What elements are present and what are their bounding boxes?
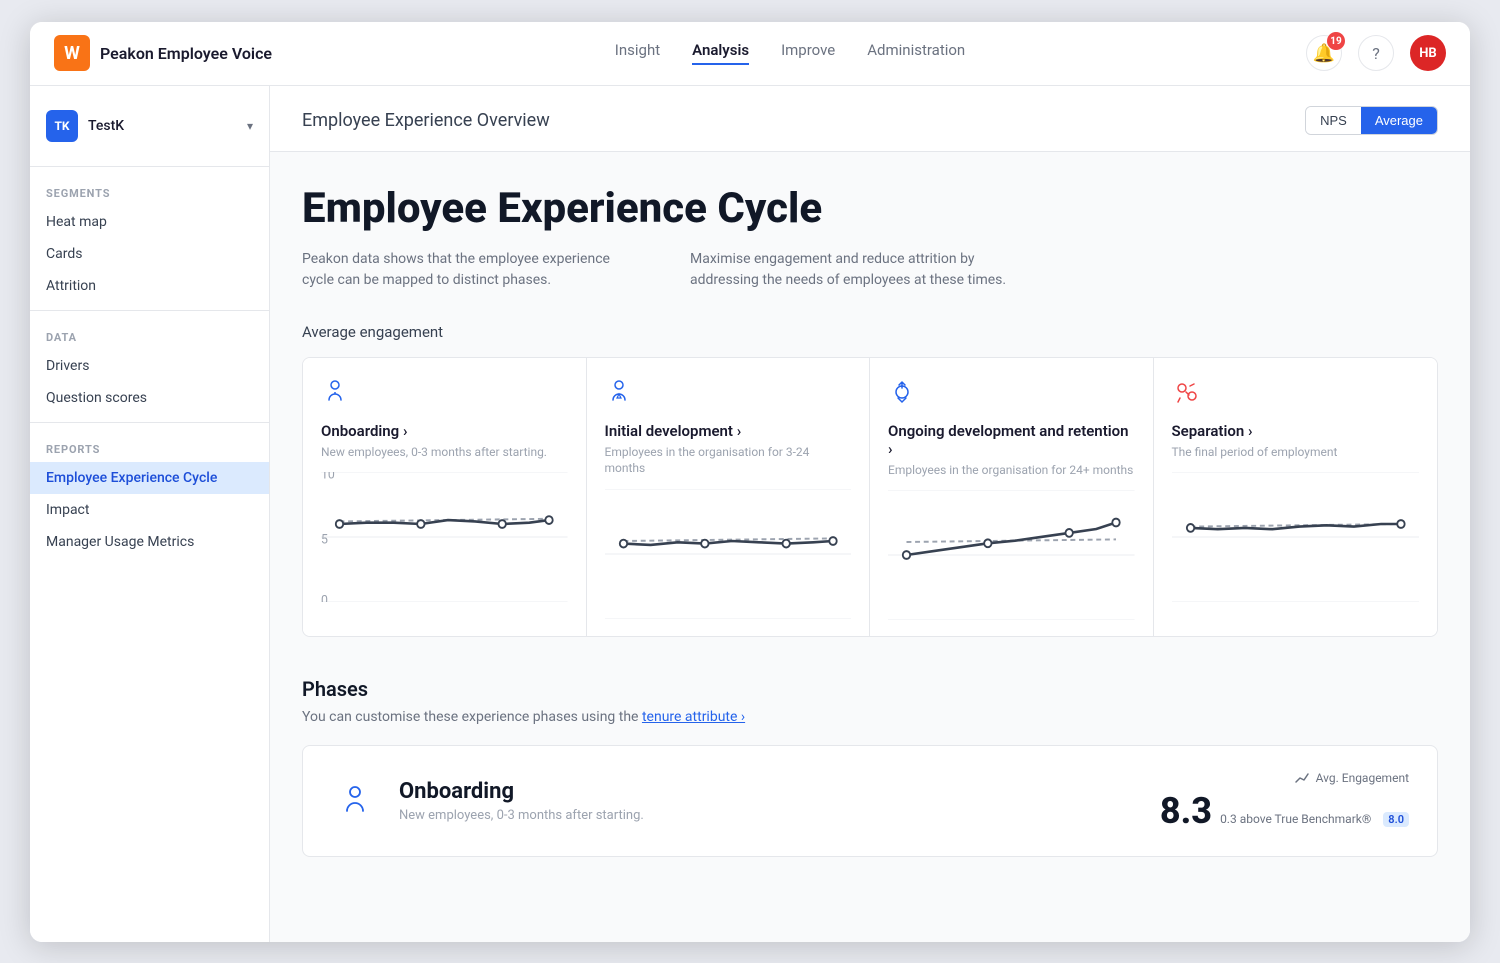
separation-phase-name: Separation › [1172, 422, 1420, 440]
phases-subtitle-text: You can customise these experience phase… [302, 709, 642, 725]
sidebar-item-cards[interactable]: Cards [30, 238, 269, 270]
average-toggle-btn[interactable]: Average [1361, 107, 1437, 134]
tab-improve[interactable]: Improve [781, 41, 835, 65]
tab-insight[interactable]: Insight [615, 41, 660, 65]
phase-card-separation[interactable]: Separation › The final period of employm… [1154, 358, 1438, 637]
phase-card-ongoing-dev[interactable]: Ongoing development and retention › Empl… [870, 358, 1154, 637]
app-window: W Peakon Employee Voice Insight Analysis… [30, 22, 1470, 942]
initial-dev-phase-desc: Employees in the organisation for 3-24 m… [605, 444, 852, 478]
avg-engagement-icon [1294, 770, 1310, 786]
segments-label: Segments [30, 175, 269, 206]
benchmark-tag: 8.0 [1383, 812, 1409, 827]
onboarding-icon [321, 378, 568, 412]
app-name: Peakon Employee Voice [100, 44, 272, 63]
onboarding-card-metrics: Avg. Engagement 8.3 0.3 above True Bench… [1160, 770, 1409, 832]
sidebar-divider-1 [30, 166, 269, 167]
sidebar-item-heat-map[interactable]: Heat map [30, 206, 269, 238]
notification-button[interactable]: 🔔 19 [1306, 35, 1342, 71]
sidebar-item-eec[interactable]: Employee Experience Cycle [30, 462, 269, 494]
notification-badge: 19 [1327, 32, 1345, 50]
phase-cards: Onboarding › New employees, 0-3 months a… [302, 357, 1438, 638]
phases-subtitle: You can customise these experience phase… [302, 709, 1438, 725]
onboarding-phase-card: Onboarding New employees, 0-3 months aft… [302, 745, 1438, 857]
separation-icon [1172, 378, 1420, 412]
page-title: Employee Experience Overview [302, 110, 550, 131]
onboarding-card-info: Onboarding New employees, 0-3 months aft… [399, 779, 1140, 823]
header: W Peakon Employee Voice Insight Analysis… [30, 22, 1470, 86]
separation-phase-desc: The final period of employment [1172, 444, 1420, 461]
separation-chart [1172, 472, 1420, 602]
ongoing-dev-chart [888, 490, 1135, 620]
onboarding-card-icon [331, 783, 379, 819]
chevron-down-icon: ▾ [247, 119, 253, 133]
nps-toggle-btn[interactable]: NPS [1306, 107, 1361, 134]
account-name: TestK [88, 118, 124, 134]
eec-title: Employee Experience Cycle [302, 184, 1438, 233]
sidebar: TK TestK ▾ Segments Heat map Cards Attri… [30, 86, 270, 942]
sidebar-item-attrition[interactable]: Attrition [30, 270, 269, 302]
eec-desc-left: Peakon data shows that the employee expe… [302, 249, 642, 291]
onboarding-card-desc: New employees, 0-3 months after starting… [399, 808, 1140, 823]
tenure-attribute-link[interactable]: tenure attribute › [642, 709, 745, 725]
initial-dev-chart [605, 489, 852, 619]
avatar[interactable]: HB [1410, 35, 1446, 71]
onboarding-phase-desc: New employees, 0-3 months after starting… [321, 444, 568, 461]
ongoing-dev-icon [888, 378, 1135, 412]
content-body: Employee Experience Cycle Peakon data sh… [270, 152, 1470, 890]
svg-text:5: 5 [321, 533, 328, 548]
sidebar-item-manager-usage[interactable]: Manager Usage Metrics [30, 526, 269, 558]
reports-label: Reports [30, 431, 269, 462]
phase-card-initial-dev[interactable]: Initial development › Employees in the o… [587, 358, 871, 637]
tab-administration[interactable]: Administration [867, 41, 965, 65]
view-toggle: NPS Average [1305, 106, 1438, 135]
content: Employee Experience Overview NPS Average… [270, 86, 1470, 942]
sidebar-item-drivers[interactable]: Drivers [30, 350, 269, 382]
sidebar-item-question-scores[interactable]: Question scores [30, 382, 269, 414]
onboarding-score: 8.3 [1160, 790, 1212, 832]
phase-card-onboarding[interactable]: Onboarding › New employees, 0-3 months a… [303, 358, 587, 637]
onboarding-phase-name: Onboarding › [321, 422, 568, 440]
avg-engagement-metric-label: Avg. Engagement [1294, 770, 1409, 786]
sidebar-divider-3 [30, 422, 269, 423]
onboarding-benchmark-text: 0.3 above True Benchmark® [1220, 812, 1371, 826]
sidebar-account[interactable]: TK TestK ▾ [30, 102, 269, 158]
ongoing-dev-phase-desc: Employees in the organisation for 24+ mo… [888, 462, 1135, 479]
nav-tabs: Insight Analysis Improve Administration [306, 41, 1274, 65]
phases-section: Phases You can customise these experienc… [302, 677, 1438, 857]
onboarding-chart: 10 5 0 [321, 472, 568, 602]
sidebar-divider-2 [30, 310, 269, 311]
eec-desc-right: Maximise engagement and reduce attrition… [690, 249, 1030, 291]
svg-text:10: 10 [321, 472, 335, 483]
logo-area: W Peakon Employee Voice [54, 35, 274, 71]
svg-text:0: 0 [321, 594, 328, 603]
logo-icon: W [54, 35, 90, 71]
account-initials: TK [46, 110, 78, 142]
tab-analysis[interactable]: Analysis [692, 41, 749, 65]
help-button[interactable]: ? [1358, 35, 1394, 71]
phases-section-title: Phases [302, 677, 1438, 701]
avg-engagement-label: Average engagement [302, 323, 1438, 341]
main-layout: TK TestK ▾ Segments Heat map Cards Attri… [30, 86, 1470, 942]
onboarding-card-name: Onboarding [399, 779, 1140, 804]
eec-desc-row: Peakon data shows that the employee expe… [302, 249, 1438, 291]
ongoing-dev-phase-name: Ongoing development and retention › [888, 422, 1135, 458]
content-header: Employee Experience Overview NPS Average [270, 86, 1470, 152]
data-label: Data [30, 319, 269, 350]
sidebar-item-impact[interactable]: Impact [30, 494, 269, 526]
initial-dev-phase-name: Initial development › [605, 422, 852, 440]
initial-dev-icon [605, 378, 852, 412]
header-actions: 🔔 19 ? HB [1306, 35, 1446, 71]
